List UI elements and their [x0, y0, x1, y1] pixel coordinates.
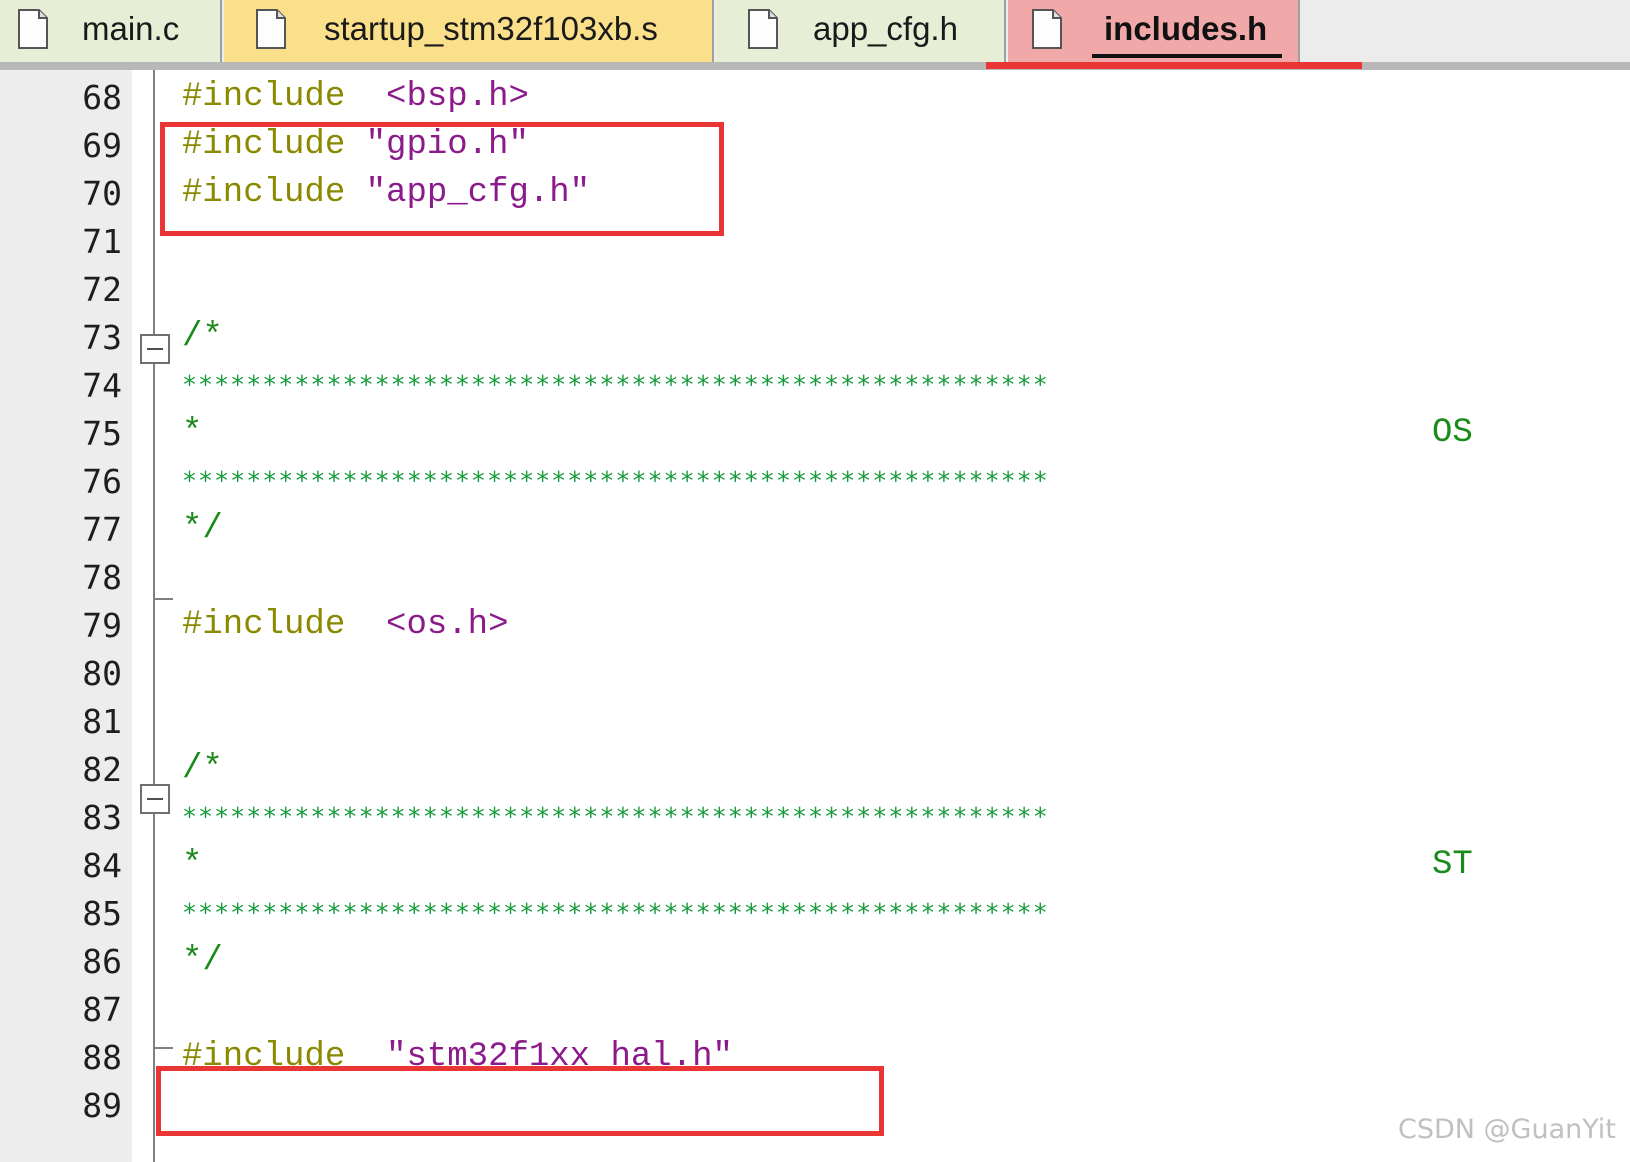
line-number: 84 [82, 846, 122, 885]
line-number: 78 [82, 558, 122, 597]
line-number: 73 [82, 318, 122, 357]
include-path: <os.h> [386, 606, 509, 644]
line-number: 72 [82, 270, 122, 309]
comment-section-title: OS [1432, 414, 1473, 452]
code-line: 74 *************************************… [0, 360, 1630, 410]
comment-end: */ [182, 510, 223, 548]
tab-app-cfg-h[interactable]: app_cfg.h [716, 0, 1006, 62]
code-line: 73 /* [0, 312, 1630, 362]
tab-label: app_cfg.h [813, 10, 958, 47]
include-path: <bsp.h> [386, 78, 529, 116]
line-number: 85 [82, 894, 122, 933]
tab-bar: main.c startup_stm32f103xb.s app_cfg.h i… [0, 0, 1630, 62]
line-number: 75 [82, 414, 122, 453]
comment-stars: ****************************************… [182, 898, 1049, 927]
tab-bar-divider [0, 62, 1630, 70]
line-number: 83 [82, 798, 122, 837]
file-icon [256, 9, 286, 49]
line-number: 81 [82, 702, 122, 741]
highlight-box-include-hal [156, 1066, 884, 1136]
code-line: 80 [0, 648, 1630, 698]
code-line: 77 */ [0, 504, 1630, 554]
code-line: 81 [0, 696, 1630, 746]
tab-label: includes.h [1104, 10, 1268, 47]
tab-includes-h[interactable]: includes.h [1008, 0, 1300, 62]
tab-label: main.c [82, 10, 180, 47]
watermark: CSDN @GuanYit [1398, 1114, 1616, 1145]
comment-star: * [182, 846, 203, 884]
code-text[interactable]: #include <bsp.h> [182, 78, 529, 116]
line-number: 88 [82, 1038, 122, 1077]
line-number: 89 [82, 1086, 122, 1125]
tab-label: startup_stm32f103xb.s [324, 10, 658, 47]
comment-stars: ****************************************… [182, 370, 1049, 399]
line-number: 87 [82, 990, 122, 1029]
file-icon [748, 9, 778, 49]
active-tab-underline [1092, 54, 1282, 58]
comment-end: */ [182, 942, 223, 980]
code-line: 75 * OS [0, 408, 1630, 458]
line-number: 80 [82, 654, 122, 693]
preprocessor-keyword: #include [182, 606, 346, 644]
code-line: 72 [0, 264, 1630, 314]
fold-collapse-icon[interactable] [140, 784, 170, 814]
comment-star: * [182, 414, 203, 452]
code-line: 87 [0, 984, 1630, 1034]
comment-start[interactable]: /* [182, 750, 223, 788]
line-number: 69 [82, 126, 122, 165]
comment-stars: ****************************************… [182, 466, 1049, 495]
line-number: 70 [82, 174, 122, 213]
line-number: 82 [82, 750, 122, 789]
comment-stars: ****************************************… [182, 802, 1049, 831]
file-icon [18, 9, 48, 49]
code-line: 68 #include <bsp.h> [0, 72, 1630, 122]
line-number: 86 [82, 942, 122, 981]
code-line: 76 *************************************… [0, 456, 1630, 506]
code-line: 82 /* [0, 744, 1630, 794]
code-line: 79 #include <os.h> [0, 600, 1630, 650]
line-number: 76 [82, 462, 122, 501]
code-line: 85 *************************************… [0, 888, 1630, 938]
fold-end-marker [153, 1047, 173, 1049]
tab-main-c[interactable]: main.c [0, 0, 222, 62]
fold-end-marker [153, 598, 173, 600]
code-line: 78 [0, 552, 1630, 602]
fold-collapse-icon[interactable] [140, 334, 170, 364]
code-text[interactable]: #include <os.h> [182, 606, 508, 644]
active-tab-marker [986, 62, 1362, 69]
file-icon [1032, 9, 1062, 49]
comment-start[interactable]: /* [182, 318, 223, 356]
line-number: 68 [82, 78, 122, 117]
code-line: 86 */ [0, 936, 1630, 986]
tab-startup-stm32f103xb-s[interactable]: startup_stm32f103xb.s [224, 0, 714, 62]
highlight-box-includes-gpio-appcfg [160, 122, 724, 236]
line-number: 74 [82, 366, 122, 405]
comment-section-title: ST [1432, 846, 1473, 884]
code-line: 83 *************************************… [0, 792, 1630, 842]
code-line: 84 * ST [0, 840, 1630, 890]
line-number: 71 [82, 222, 122, 261]
line-number: 77 [82, 510, 122, 549]
preprocessor-keyword: #include [182, 78, 346, 116]
line-number: 79 [82, 606, 122, 645]
